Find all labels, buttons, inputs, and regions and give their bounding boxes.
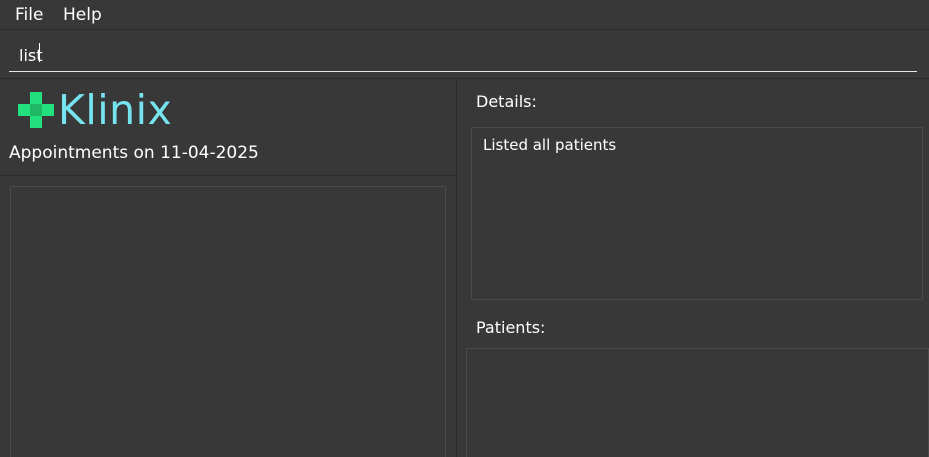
- menu-file[interactable]: File: [15, 5, 43, 25]
- details-panel: Details: Listed all patients Patients:: [458, 80, 929, 457]
- appointments-list[interactable]: [10, 186, 446, 457]
- menu-bar: File Help: [0, 0, 929, 30]
- appointments-panel: Klinix Appointments on 11-04-2025: [0, 80, 457, 457]
- details-label: Details:: [476, 92, 537, 111]
- text-caret: [39, 43, 40, 62]
- patients-list[interactable]: [466, 348, 929, 457]
- logo-text: Klinix: [58, 86, 173, 134]
- command-input[interactable]: [9, 39, 917, 72]
- patients-label: Patients:: [476, 318, 546, 337]
- divider: [0, 175, 457, 176]
- medical-cross-icon: [18, 92, 54, 128]
- result-display[interactable]: Listed all patients: [471, 127, 923, 300]
- appointments-title: Appointments on 11-04-2025: [9, 143, 259, 163]
- menu-help[interactable]: Help: [63, 5, 102, 25]
- command-box: [0, 31, 929, 79]
- app-logo: Klinix: [18, 86, 173, 134]
- result-message: Listed all patients: [483, 136, 617, 154]
